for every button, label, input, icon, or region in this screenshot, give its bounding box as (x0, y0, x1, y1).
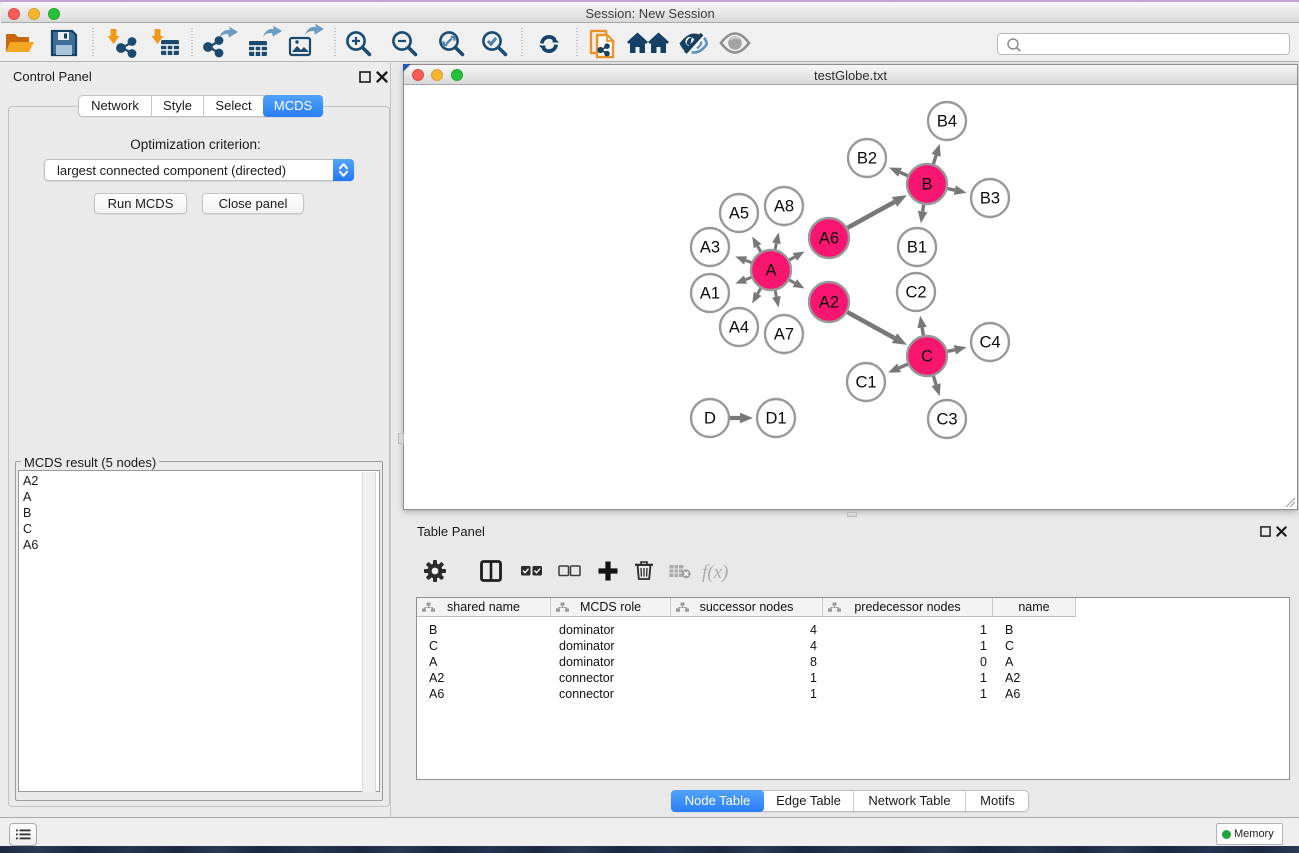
svg-text:B4: B4 (937, 113, 957, 131)
svg-text:B3: B3 (980, 190, 1000, 208)
svg-text:A6: A6 (819, 230, 839, 248)
svg-text:f(x): f(x) (702, 562, 728, 583)
svg-text:B2: B2 (857, 150, 877, 168)
svg-text:C3: C3 (936, 411, 957, 429)
svg-text:D1: D1 (765, 410, 786, 428)
svg-text:A3: A3 (700, 239, 720, 257)
svg-text:B1: B1 (907, 239, 927, 257)
svg-text:A1: A1 (700, 285, 720, 303)
svg-text:A7: A7 (774, 326, 794, 344)
svg-text:C: C (921, 348, 933, 366)
svg-text:A: A (765, 262, 776, 280)
svg-text:A4: A4 (729, 319, 749, 337)
svg-text:A5: A5 (729, 205, 749, 223)
svg-text:D: D (704, 410, 716, 428)
svg-text:C4: C4 (979, 334, 1000, 352)
svg-text:C1: C1 (855, 374, 876, 392)
svg-text:A8: A8 (774, 198, 794, 216)
svg-text:B: B (921, 176, 932, 194)
svg-text:C2: C2 (905, 284, 926, 302)
svg-text:A2: A2 (819, 294, 839, 312)
